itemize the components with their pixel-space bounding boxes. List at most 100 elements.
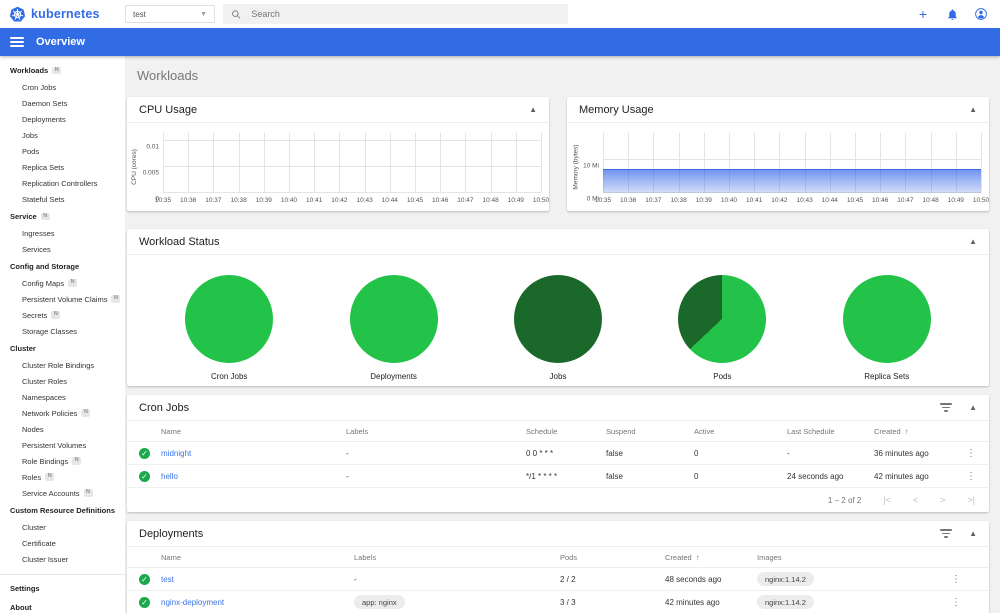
sidebar-item-role-bindings[interactable]: Role Bindings N xyxy=(0,453,125,469)
sidebar-item-stateful-sets[interactable]: Stateful Sets xyxy=(0,191,125,207)
search-input[interactable] xyxy=(251,9,560,19)
sidebar-item-nodes[interactable]: Nodes xyxy=(0,421,125,437)
sidebar-item-cluster-roles[interactable]: Cluster Roles xyxy=(0,373,125,389)
sidebar-item-cluster[interactable]: Cluster xyxy=(0,519,125,535)
collapse-icon[interactable]: ▲ xyxy=(969,105,977,114)
sidebar-section-service[interactable]: Service N xyxy=(0,207,125,225)
kubernetes-logo[interactable]: kubernetes xyxy=(0,6,125,23)
pie-chart-deployments xyxy=(349,275,438,363)
column-header-created[interactable]: Created ↑ xyxy=(874,427,959,436)
y-axis-tick: 0.005 xyxy=(142,169,159,177)
row-actions-menu[interactable]: ⋮ xyxy=(959,448,989,459)
namespace-select[interactable]: test ▼ xyxy=(125,5,215,23)
sidebar-item-certificate[interactable]: Certificate xyxy=(0,535,125,551)
resource-link-nginx-deployment[interactable]: nginx-deployment xyxy=(161,598,224,607)
sidebar-item-label: Persistent Volumes xyxy=(22,440,87,450)
namespaced-badge: N xyxy=(40,212,50,221)
status-ok-icon: ✓ xyxy=(139,573,150,585)
search-bar[interactable] xyxy=(223,4,568,24)
x-axis-tick: 10:48 xyxy=(922,197,939,204)
column-header-labels[interactable]: Labels xyxy=(354,553,560,562)
main-content: Workloads CPU Usage ▲ CPU (cores) 10:35 10… xyxy=(125,56,1000,613)
collapse-icon[interactable]: ▲ xyxy=(969,529,977,538)
x-axis-tick: 10:48 xyxy=(482,197,499,204)
row-actions-menu[interactable]: ⋮ xyxy=(959,471,989,482)
column-header-active[interactable]: Active xyxy=(694,427,787,436)
create-resource-button[interactable]: + xyxy=(914,5,932,23)
collapse-icon[interactable]: ▲ xyxy=(969,237,977,246)
sidebar-item-cron-jobs[interactable]: Cron Jobs xyxy=(0,79,125,95)
gridline-vertical xyxy=(188,133,190,193)
sidebar-section-cluster[interactable]: Cluster xyxy=(0,339,125,357)
status-ok-icon: ✓ xyxy=(139,596,150,608)
last-page-icon[interactable]: >| xyxy=(967,495,975,505)
sidebar-item-deployments[interactable]: Deployments xyxy=(0,111,125,127)
sidebar-item-secrets[interactable]: Secrets N xyxy=(0,307,125,323)
sidebar-item-replica-sets[interactable]: Replica Sets xyxy=(0,159,125,175)
workload-status-jobs: Jobs xyxy=(483,275,633,381)
table-row: ✓ hello - */1 * * * * false 0 24 seconds ago 42… xyxy=(127,465,989,488)
sidebar-item-persistent-volumes[interactable]: Persistent Volumes xyxy=(0,437,125,453)
sidebar-item-persistent-volume-claims[interactable]: Persistent Volume Claims N xyxy=(0,291,125,307)
column-header-images[interactable]: Images xyxy=(757,553,929,562)
collapse-icon[interactable]: ▲ xyxy=(969,403,977,412)
x-axis-tick: 10:38 xyxy=(670,197,687,204)
filter-icon[interactable] xyxy=(939,529,953,538)
resource-link-hello[interactable]: hello xyxy=(161,472,178,481)
sidebar-item-roles[interactable]: Roles N xyxy=(0,469,125,485)
cell-suspend: false xyxy=(606,448,623,458)
sidebar-item-replication-controllers[interactable]: Replication Controllers xyxy=(0,175,125,191)
sidebar-item-storage-classes[interactable]: Storage Classes xyxy=(0,323,125,339)
column-header-labels[interactable]: Labels xyxy=(346,427,526,436)
deployments-table: Name Labels Pods Created ↑ Images ✓ test - 2 / 2 4… xyxy=(127,547,989,613)
sidebar-item-config-maps[interactable]: Config Maps N xyxy=(0,275,125,291)
search-icon xyxy=(232,9,241,19)
x-axis-tick: 10:47 xyxy=(897,197,914,204)
filter-icon[interactable] xyxy=(939,403,953,412)
next-page-icon[interactable]: > xyxy=(940,495,945,505)
first-page-icon[interactable]: |< xyxy=(883,495,891,505)
column-header-name[interactable]: Name xyxy=(161,427,346,436)
sidebar-section-config-and-storage[interactable]: Config and Storage xyxy=(0,257,125,275)
cell-suspend: false xyxy=(606,471,623,481)
y-axis-label: Memory (bytes) xyxy=(572,143,580,190)
column-header-schedule[interactable]: Schedule xyxy=(526,427,606,436)
column-header-suspend[interactable]: Suspend xyxy=(606,427,694,436)
collapse-icon[interactable]: ▲ xyxy=(529,105,537,114)
sidebar-item-jobs[interactable]: Jobs xyxy=(0,127,125,143)
account-button[interactable] xyxy=(972,5,990,23)
column-header-pods[interactable]: Pods xyxy=(560,553,665,562)
row-actions-menu[interactable]: ⋮ xyxy=(929,597,989,608)
column-header-last-schedule[interactable]: Last Schedule xyxy=(787,427,874,436)
sidebar-item-cluster-issuer[interactable]: Cluster Issuer xyxy=(0,551,125,567)
sidebar-item-cluster-role-bindings[interactable]: Cluster Role Bindings xyxy=(0,357,125,373)
menu-icon[interactable] xyxy=(10,37,24,47)
sidebar-item-services[interactable]: Services xyxy=(0,241,125,257)
sidebar-section-custom-resource-definitions[interactable]: Custom Resource Definitions xyxy=(0,501,125,519)
x-axis-tick: 10:36 xyxy=(620,197,637,204)
chip-labels: app: nginx xyxy=(354,595,405,609)
prev-page-icon[interactable]: < xyxy=(913,495,918,505)
sidebar-item-network-policies[interactable]: Network Policies N xyxy=(0,405,125,421)
sidebar-item-label: Cluster Roles xyxy=(22,376,68,386)
status-ok-icon: ✓ xyxy=(139,447,150,459)
sidebar-item-settings[interactable]: Settings xyxy=(0,579,125,598)
chip-images: nginx:1.14.2 xyxy=(757,572,814,586)
column-header-name[interactable]: Name xyxy=(161,553,354,562)
sidebar-item-daemon-sets[interactable]: Daemon Sets xyxy=(0,95,125,111)
sidebar-item-service-accounts[interactable]: Service Accounts N xyxy=(0,485,125,501)
sidebar-item-namespaces[interactable]: Namespaces xyxy=(0,389,125,405)
sidebar-item-about[interactable]: About xyxy=(0,598,125,613)
resource-link-test[interactable]: test xyxy=(161,575,174,584)
sidebar-item-pods[interactable]: Pods xyxy=(0,143,125,159)
row-actions-menu[interactable]: ⋮ xyxy=(929,574,989,585)
sidebar-item-label: Service Accounts xyxy=(22,488,80,498)
cell-last_schedule: 24 seconds ago xyxy=(787,471,874,481)
sidebar-item-ingresses[interactable]: Ingresses xyxy=(0,225,125,241)
sidebar-section-workloads[interactable]: Workloads N xyxy=(0,61,125,79)
column-header-created[interactable]: Created ↑ xyxy=(665,553,757,562)
x-axis-tick: 10:39 xyxy=(695,197,712,204)
notifications-button[interactable] xyxy=(943,5,961,23)
resource-link-midnight[interactable]: midnight xyxy=(161,449,191,458)
sidebar-nav: Workloads N Cron Jobs Daemon Sets Deployment… xyxy=(0,56,125,613)
